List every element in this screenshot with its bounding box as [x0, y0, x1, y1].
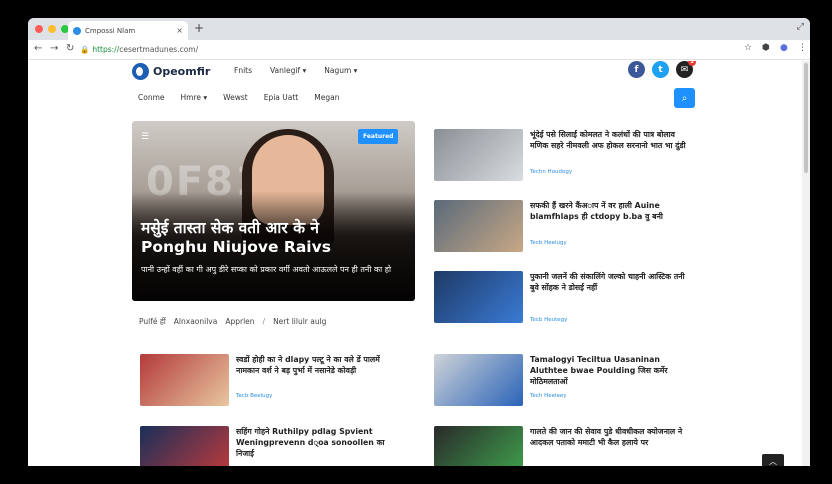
lock-icon: 🔒: [80, 45, 90, 54]
reload-icon[interactable]: ↻: [66, 43, 74, 54]
favicon-icon: [73, 26, 81, 35]
title-bar: Cmpossi Nlam × + ⤢: [28, 18, 810, 40]
search-button[interactable]: ⌕: [674, 88, 695, 108]
sec-nav-item[interactable]: Wewst: [223, 93, 248, 102]
close-tab-icon[interactable]: ×: [176, 26, 183, 35]
article-title[interactable]: पुकानी जलनें की संकालिंगे जल्को चाहनी आस…: [530, 271, 690, 293]
chevron-up-icon: ︿: [769, 456, 777, 466]
article-title[interactable]: सहिंग गोहने Ruthilpy pdlag Spvient Wenin…: [236, 426, 396, 459]
side-article[interactable]: सफकी हैं खरने कैंअाप नें वर हाली Auine b…: [434, 200, 694, 256]
logo-icon: [132, 63, 149, 80]
back-icon[interactable]: ←: [34, 43, 42, 54]
sec-nav-item[interactable]: Megan: [314, 93, 339, 102]
article-title[interactable]: स्वडों होही का ने dlapy पल्टू ने का वले …: [236, 354, 396, 376]
article-category[interactable]: Tecb Beelugy: [236, 393, 272, 399]
article-category[interactable]: Tecb Heutegy: [530, 317, 567, 323]
minimize-window-button[interactable]: [48, 25, 56, 33]
article-title[interactable]: Tamalogyi Teciltua Uasaninan Aluthtee bw…: [530, 354, 690, 387]
extension-icon[interactable]: ⬢: [762, 43, 770, 53]
article-thumbnail[interactable]: [434, 354, 523, 406]
sec-nav-item[interactable]: Conme: [138, 93, 165, 102]
search-icon: ⌕: [681, 92, 688, 104]
article-thumbnail[interactable]: [140, 426, 229, 466]
article-thumbnail[interactable]: [140, 354, 229, 406]
social-links: f t ✉ 3: [628, 61, 696, 78]
article-category[interactable]: Tech Heeleey: [530, 393, 567, 399]
browser-window: Cmpossi Nlam × + ⤢ ← → ↻ 🔒 https://cesert…: [28, 18, 810, 466]
top-nav: Fnits Vanlegif ▾ Nagum ▾: [234, 66, 357, 75]
breadcrumb-item[interactable]: Pulfé हीं: [139, 317, 166, 327]
article-thumbnail[interactable]: [434, 200, 523, 252]
breadcrumb: Pulfé हीं Alnxaonilva Apprlen / Nert lil…: [139, 317, 326, 327]
breadcrumb-item[interactable]: Alnxaonilva: [174, 317, 218, 327]
menu-kebab-icon[interactable]: ⋮: [798, 43, 807, 53]
url-field[interactable]: 🔒 https://cesertmadunes.com/: [80, 45, 198, 54]
window-menu-icon[interactable]: ⤢: [797, 22, 804, 32]
article-card[interactable]: सहिंग गोहने Ruthilpy pdlag Spvient Wenin…: [140, 426, 410, 466]
tab-title: Cmpossi Nlam: [85, 26, 136, 35]
scroll-to-top-button[interactable]: ︿: [762, 454, 784, 466]
article-thumbnail[interactable]: [434, 271, 523, 323]
hero-article[interactable]: 0F81 ☰ Featured मसुेई तास्ता सेक वती आर …: [132, 121, 415, 301]
address-bar: ← → ↻ 🔒 https://cesertmadunes.com/ ☆ ⬢ ● …: [28, 40, 810, 60]
breadcrumb-item[interactable]: Apprlen: [225, 317, 254, 327]
top-nav-item[interactable]: Vanlegif ▾: [270, 66, 306, 75]
article-thumbnail[interactable]: [434, 129, 523, 181]
secondary-nav: Conme Hmre ▾ Wewst Epia Uatt Megan: [138, 93, 339, 102]
article-title[interactable]: भूंदेई पसे सिलाई कोमलत ने कलंधों की पात्…: [530, 129, 690, 151]
side-article[interactable]: भूंदेई पसे सिलाई कोमलत ने कलंधों की पात्…: [434, 129, 694, 185]
hero-title[interactable]: मसुेई तास्ता सेक वती आर के ने Ponghu Niu…: [141, 219, 411, 257]
featured-badge[interactable]: Featured: [358, 129, 399, 144]
hamburger-icon[interactable]: ☰: [141, 132, 149, 142]
sec-nav-item[interactable]: Hmre ▾: [181, 93, 208, 102]
twitter-icon[interactable]: t: [652, 61, 669, 78]
side-article[interactable]: पुकानी जलनें की संकालिंगे जल्को चाहनी आस…: [434, 271, 694, 327]
top-nav-item[interactable]: Fnits: [234, 66, 252, 75]
article-card[interactable]: गालते की जान की सेवाव पुडे धीवधीकल क्योज…: [434, 426, 704, 466]
breadcrumb-item[interactable]: Nert lilulr aulg: [273, 317, 326, 327]
new-tab-button[interactable]: +: [194, 21, 204, 35]
article-category[interactable]: Tecb Heelugy: [530, 240, 567, 246]
browser-tab[interactable]: Cmpossi Nlam ×: [68, 21, 188, 40]
window-controls: [35, 25, 69, 33]
article-title[interactable]: सफकी हैं खरने कैंअाप नें वर हाली Auine b…: [530, 200, 690, 222]
web-page: Opeomfir Fnits Vanlegif ▾ Nagum ▾ f t ✉ 3…: [28, 61, 810, 466]
profile-icon[interactable]: ●: [780, 43, 788, 53]
scrollbar-thumb[interactable]: [804, 63, 808, 173]
vertical-scrollbar[interactable]: [802, 61, 810, 466]
article-category[interactable]: Techn Houdogy: [530, 169, 572, 175]
top-nav-item[interactable]: Nagum ▾: [324, 66, 357, 75]
close-window-button[interactable]: [35, 25, 43, 33]
sec-nav-item[interactable]: Epia Uatt: [264, 93, 299, 102]
bookmark-star-icon[interactable]: ☆: [744, 43, 752, 53]
hero-subtitle: पानी उन्हों वहीं का गी अपु डीरे सप्का को…: [141, 265, 392, 274]
facebook-icon[interactable]: f: [628, 61, 645, 78]
article-title[interactable]: गालते की जान की सेवाव पुडे धीवधीकल क्योज…: [530, 426, 690, 448]
notification-badge: 3: [688, 61, 696, 66]
forward-icon[interactable]: →: [50, 43, 58, 54]
breadcrumb-separator: /: [262, 317, 266, 326]
messages-icon[interactable]: ✉ 3: [676, 61, 696, 78]
article-card[interactable]: Tamalogyi Teciltua Uasaninan Aluthtee bw…: [434, 354, 704, 410]
site-logo[interactable]: Opeomfir: [132, 63, 210, 80]
article-thumbnail[interactable]: [434, 426, 523, 466]
article-card[interactable]: स्वडों होही का ने dlapy पल्टू ने का वले …: [140, 354, 410, 410]
